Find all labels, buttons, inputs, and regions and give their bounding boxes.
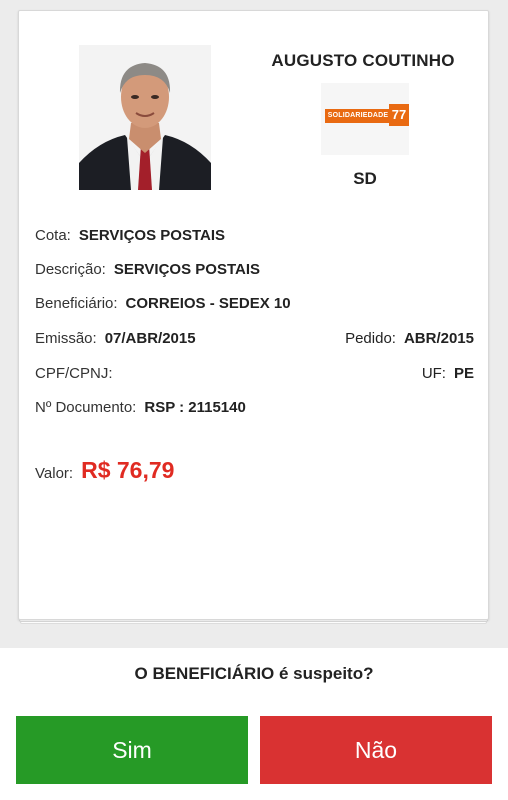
deputy-name: AUGUSTO COUTINHO: [271, 51, 455, 70]
expense-card[interactable]: AUGUSTO COUTINHO SOLIDARIEDADE 77 SD Cot…: [18, 10, 489, 620]
beneficiario-value: CORREIOS - SEDEX 10: [125, 295, 291, 312]
documento-row: Nº Documento: RSP : 2115140: [35, 399, 246, 416]
beneficiario-row: Beneficiário: CORREIOS - SEDEX 10: [35, 295, 291, 312]
documento-label: Nº Documento:: [35, 399, 137, 416]
expense-card-stack: AUGUSTO COUTINHO SOLIDARIEDADE 77 SD Cot…: [18, 10, 489, 624]
valor-row: Valor: R$ 76,79: [35, 457, 174, 484]
emissao-label: Emissão:: [35, 330, 97, 347]
descricao-label: Descrição:: [35, 261, 106, 278]
cpf-row: CPF/CPNJ:: [35, 365, 121, 382]
pedido-row: Pedido: ABR/2015: [345, 330, 474, 347]
valor-amount: R$ 76,79: [81, 457, 175, 483]
documento-value: RSP : 2115140: [144, 399, 246, 416]
cota-value: SERVIÇOS POSTAIS: [78, 227, 226, 244]
emissao-value: 07/ABR/2015: [104, 330, 196, 347]
valor-label: Valor:: [35, 465, 74, 482]
cpf-label: CPF/CPNJ:: [35, 365, 113, 382]
deputy-photo: [79, 45, 211, 190]
cota-label: Cota:: [35, 227, 71, 244]
suspicion-question: O BENEFICIÁRIO é suspeito?: [134, 664, 374, 683]
descricao-value: SERVIÇOS POSTAIS: [113, 261, 261, 278]
party-logo: SOLIDARIEDADE 77: [321, 83, 409, 155]
party-logo-text: SOLIDARIEDADE: [325, 109, 391, 123]
emissao-row: Emissão: 07/ABR/2015: [35, 330, 196, 347]
uf-label: UF:: [421, 365, 446, 382]
pedido-label: Pedido:: [345, 330, 396, 347]
yes-button[interactable]: Sim: [16, 716, 248, 784]
no-button[interactable]: Não: [260, 716, 492, 784]
party-abbreviation: SD: [353, 169, 377, 188]
party-logo-number: 77: [389, 104, 409, 126]
pedido-value: ABR/2015: [403, 330, 474, 347]
uf-value: PE: [453, 365, 474, 382]
descricao-row: Descrição: SERVIÇOS POSTAIS: [35, 261, 260, 278]
card-area: AUGUSTO COUTINHO SOLIDARIEDADE 77 SD Cot…: [0, 0, 508, 648]
beneficiario-label: Beneficiário:: [35, 295, 118, 312]
cota-row: Cota: SERVIÇOS POSTAIS: [35, 227, 225, 244]
uf-row: UF: PE: [422, 365, 474, 382]
